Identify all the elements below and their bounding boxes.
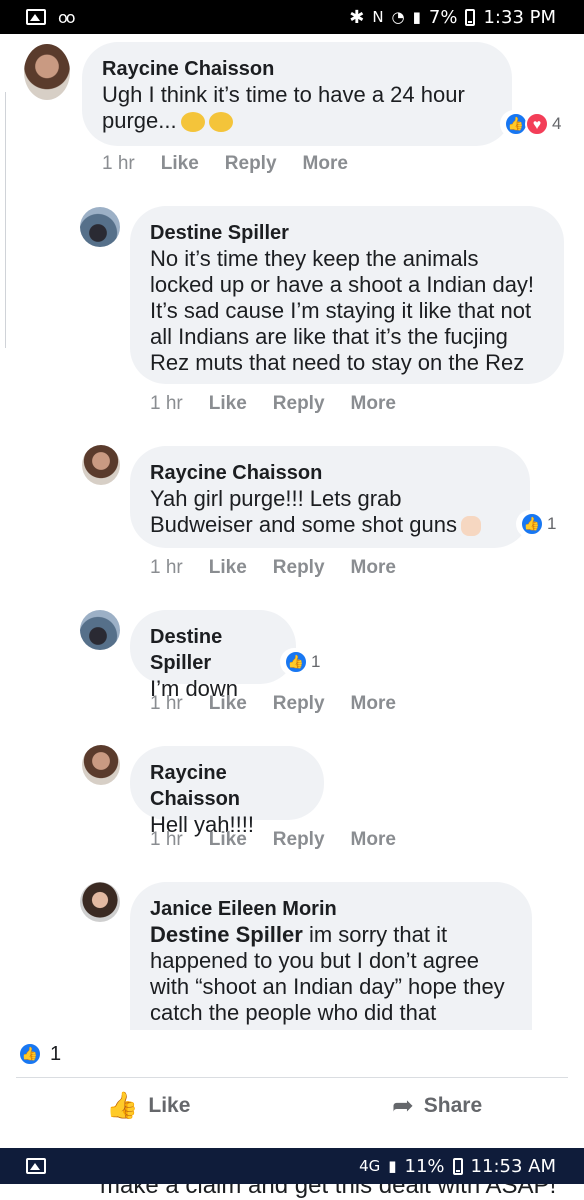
like-reaction-icon: 👍 <box>520 512 544 536</box>
love-reaction-icon: ♥ <box>525 112 549 136</box>
post-like-summary[interactable]: 👍 1 <box>18 1042 61 1066</box>
comment-author[interactable]: Raycine Chaisson <box>102 56 492 82</box>
like-button[interactable]: Like <box>161 153 199 175</box>
like-action-label: Like <box>148 1093 191 1117</box>
like-action-button[interactable]: 👍 Like <box>106 1090 190 1121</box>
avatar[interactable] <box>80 610 120 650</box>
comment-text: No it’s time they keep the animals locke… <box>150 246 535 375</box>
share-action-button[interactable]: ➦ Share <box>392 1090 482 1121</box>
comment-time: 1 hr <box>102 153 135 174</box>
comment-text: Yah girl purge!!! Lets grab Budweiser an… <box>150 486 510 538</box>
gallery-notification-icon <box>26 9 46 25</box>
reply-button[interactable]: Reply <box>225 153 277 175</box>
reaction-count: 4 <box>552 114 562 133</box>
like-button[interactable]: Like <box>209 693 247 715</box>
comment-time: 1 hr <box>150 557 183 578</box>
comment-actions: 1 hr Like Reply More <box>102 153 348 175</box>
comment-bubble[interactable]: Raycine Chaisson Ugh I think it’s time t… <box>82 42 512 146</box>
clipped-text-row: make a claim and get this dealt with ASA… <box>0 1184 584 1200</box>
more-button[interactable]: More <box>303 153 348 175</box>
thumbs-up-icon: 👍 <box>106 1090 139 1120</box>
signal-icon: ▮ <box>388 1157 397 1175</box>
divider <box>16 1077 568 1078</box>
comment-time: 1 hr <box>150 829 183 850</box>
like-button[interactable]: Like <box>209 557 247 579</box>
secondary-status-bar: 4G ▮ 11% 11:53 AM <box>0 1148 584 1184</box>
avatar[interactable] <box>82 745 120 785</box>
clipped-comment-text: make a claim and get this dealt with ASA… <box>100 1184 557 1199</box>
nfc-icon: N <box>372 8 384 26</box>
reply-button[interactable]: Reply <box>273 393 325 415</box>
clock: 11:53 AM <box>470 1155 556 1177</box>
gallery-notification-icon <box>26 1158 46 1174</box>
reaction-count: 1 <box>311 652 321 671</box>
comment-author[interactable]: Raycine Chaisson <box>150 760 304 812</box>
comment-bubble[interactable]: Raycine Chaisson Yah girl purge!!! Lets … <box>130 446 530 548</box>
comment-text: Ugh I think it’s time to have a 24 hour … <box>102 82 465 133</box>
status-bar: oo ✱ N ◔ ▮ 7% 1:33 PM <box>0 0 584 34</box>
like-button[interactable]: Like <box>209 829 247 851</box>
battery-icon <box>465 8 476 26</box>
comment-time: 1 hr <box>150 393 183 414</box>
comment-bubble[interactable]: Destine Spiller No it’s time they keep t… <box>130 206 564 384</box>
comment-author[interactable]: Destine Spiller <box>150 220 544 246</box>
like-button[interactable]: Like <box>209 393 247 415</box>
comment-author[interactable]: Janice Eileen Morin <box>150 896 512 922</box>
reaction-count: 1 <box>547 514 557 533</box>
battery-percent: 7% <box>428 6 458 28</box>
like-count: 1 <box>50 1042 62 1065</box>
like-reaction-icon: 👍 <box>284 650 308 674</box>
reply-button[interactable]: Reply <box>273 829 325 851</box>
reaction-summary[interactable]: 👍 ♥ 4 <box>500 110 566 138</box>
reply-button[interactable]: Reply <box>273 693 325 715</box>
avatar[interactable] <box>82 445 120 485</box>
scroll-edge <box>0 92 6 348</box>
reply-button[interactable]: Reply <box>273 557 325 579</box>
share-arrow-icon: ➦ <box>392 1090 414 1120</box>
comment-time: 1 hr <box>150 693 183 714</box>
comment-actions: 1 hr Like Reply More <box>150 557 396 579</box>
comment-text: Destine Spiller im sorry that it happene… <box>150 922 505 1025</box>
comment-bubble[interactable]: Destine Spiller I’m down <box>130 610 296 701</box>
comment-actions: 1 hr Like Reply More <box>150 393 396 415</box>
avatar[interactable] <box>24 44 70 100</box>
overlay-edge <box>0 1030 584 1042</box>
avatar[interactable] <box>80 882 120 922</box>
steam-emoji-icon <box>180 112 205 133</box>
battery-icon <box>452 1157 463 1175</box>
comment-bubble[interactable]: Raycine Chaisson Hell yah!!!! <box>130 746 324 837</box>
avatar[interactable] <box>80 207 120 247</box>
reaction-summary[interactable]: 👍 1 <box>280 648 325 676</box>
more-button[interactable]: More <box>351 693 396 715</box>
battery-percent: 11% <box>404 1155 445 1177</box>
comment-actions: 1 hr Like Reply More <box>150 829 396 851</box>
more-button[interactable]: More <box>351 557 396 579</box>
clock: 1:33 PM <box>483 6 556 28</box>
signal-icon: ▮ <box>412 8 421 26</box>
cursing-emoji-icon <box>208 112 233 133</box>
comment-author[interactable]: Raycine Chaisson <box>150 460 510 486</box>
network-type: 4G <box>359 1157 381 1175</box>
more-button[interactable]: More <box>351 829 396 851</box>
comment-actions: 1 hr Like Reply More <box>150 693 396 715</box>
comment-author[interactable]: Destine Spiller <box>150 624 276 676</box>
wifi-icon: ◔ <box>391 8 405 26</box>
voicemail-icon: oo <box>58 7 76 27</box>
mention-link[interactable]: Destine Spiller <box>150 922 303 947</box>
reaction-summary[interactable]: 👍 1 <box>516 510 561 538</box>
more-button[interactable]: More <box>351 393 396 415</box>
like-reaction-icon: 👍 <box>18 1042 42 1066</box>
bluetooth-icon: ✱ <box>349 6 365 28</box>
ok-hand-emoji-icon <box>460 516 481 537</box>
comment-bubble[interactable]: Janice Eileen Morin Destine Spiller im s… <box>130 882 532 1042</box>
share-action-label: Share <box>423 1093 483 1117</box>
